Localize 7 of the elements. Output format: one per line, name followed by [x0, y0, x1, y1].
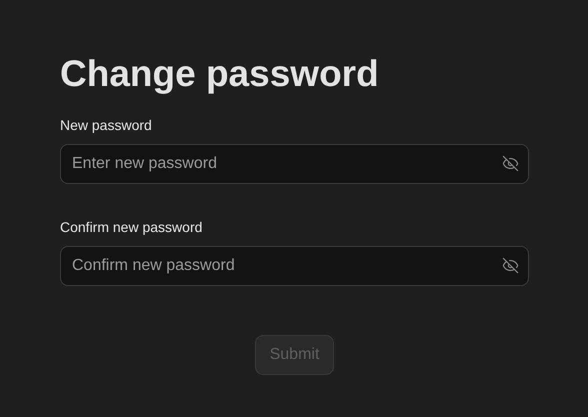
hide-password-icon[interactable] — [502, 155, 519, 172]
password-field[interactable]: Enter new password — [60, 144, 529, 184]
page-title: Change password — [60, 52, 379, 96]
hide-password-icon[interactable] — [502, 257, 519, 274]
field-label: New password — [60, 116, 152, 134]
password-field[interactable]: Confirm new password — [60, 246, 529, 286]
field-label: Confirm new password — [60, 218, 202, 236]
